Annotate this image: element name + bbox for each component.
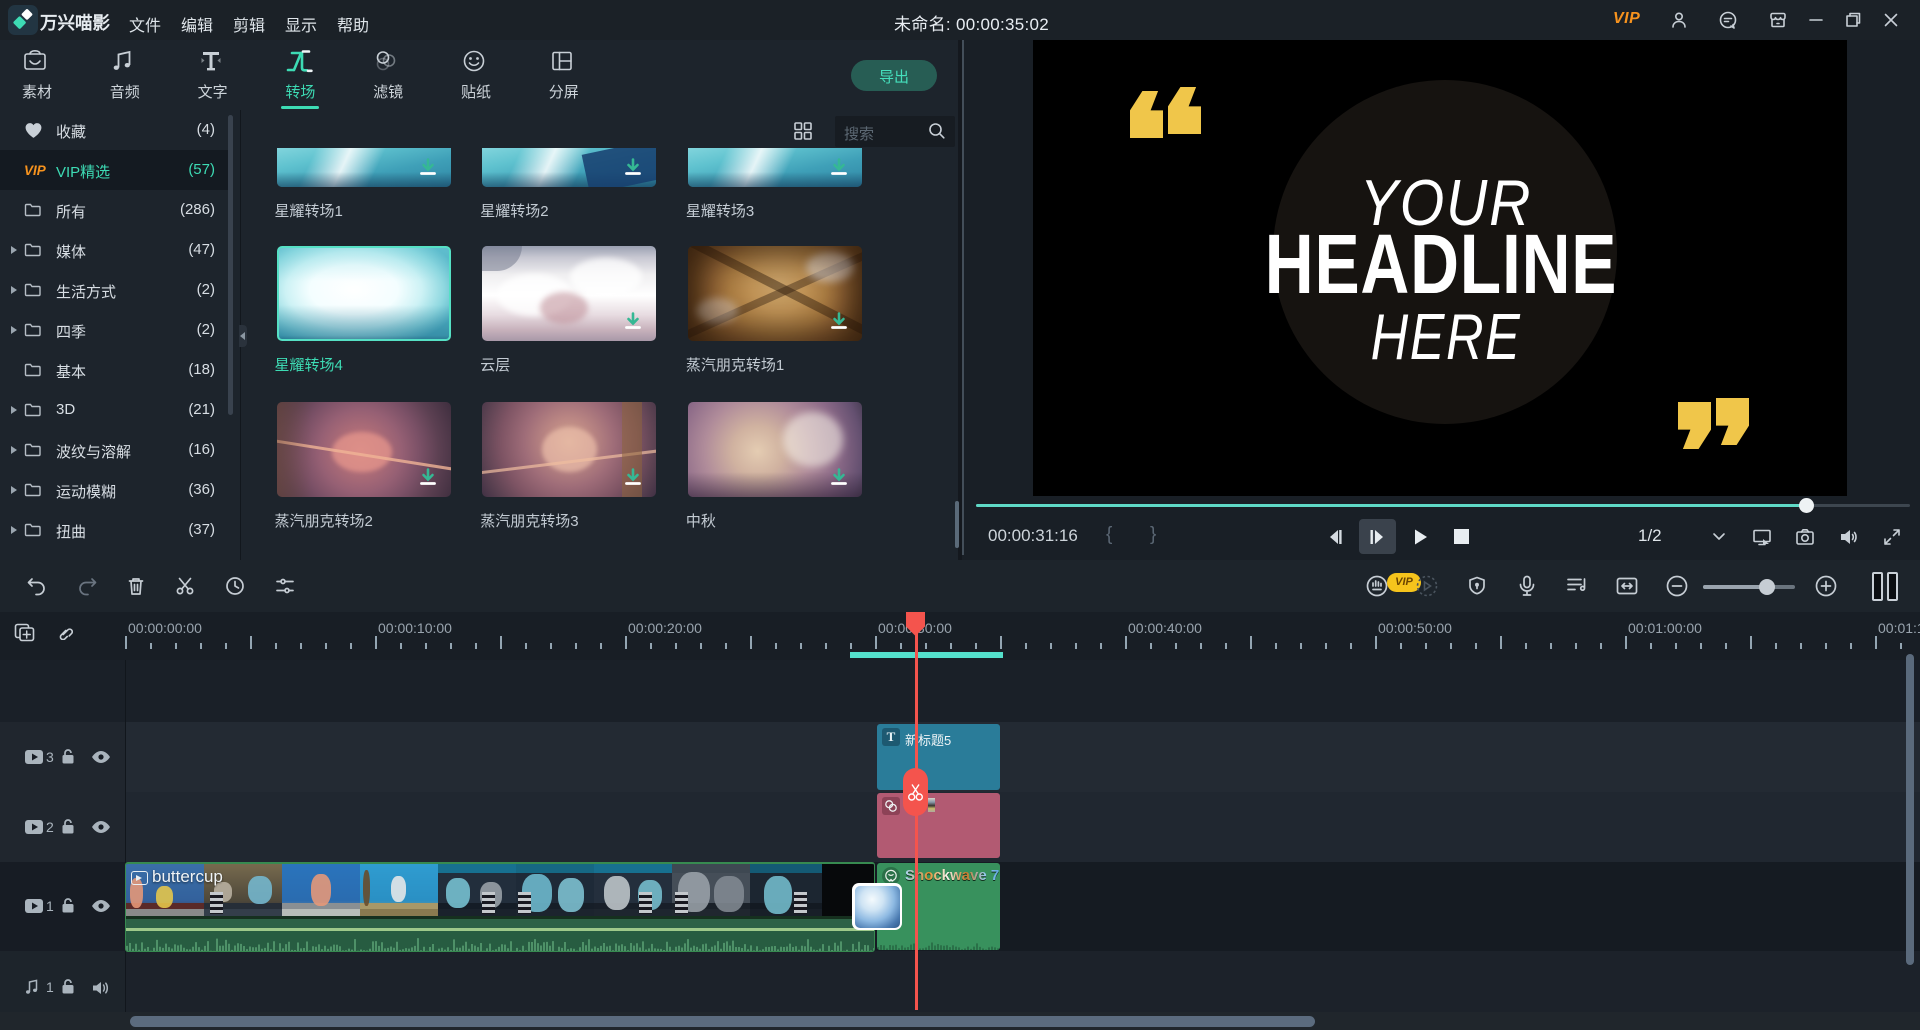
svg-text:VIP: VIP xyxy=(24,163,47,178)
